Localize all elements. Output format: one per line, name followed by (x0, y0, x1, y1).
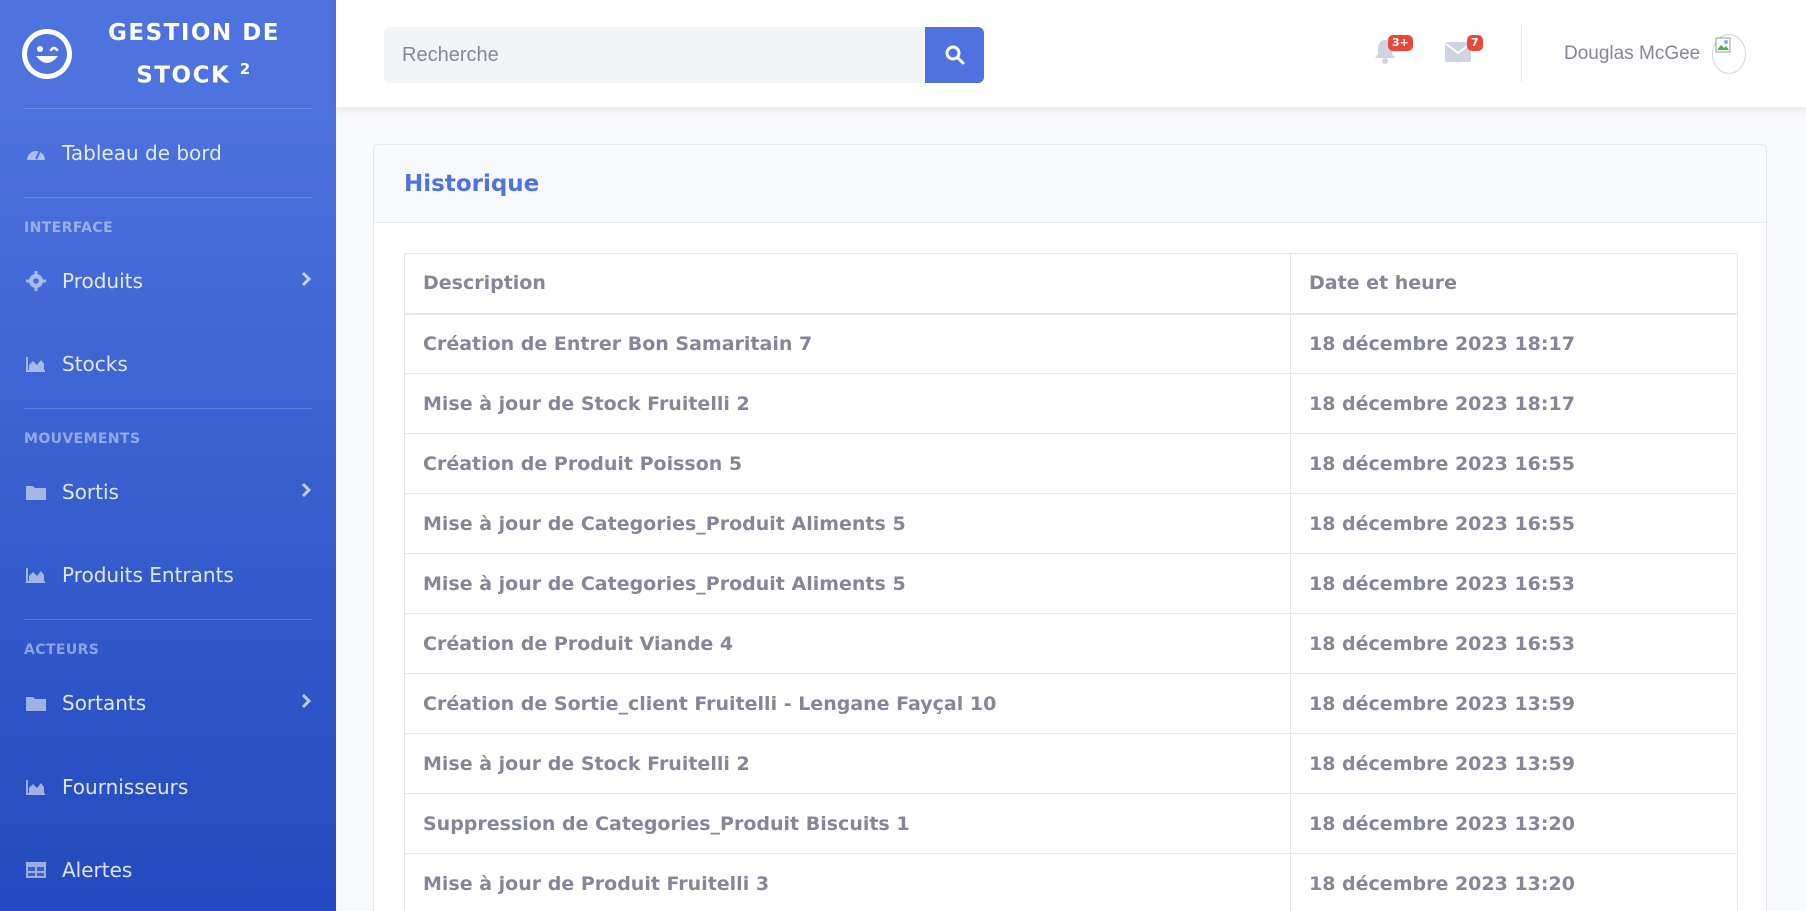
cell-date: 18 décembre 2023 13:20 (1290, 793, 1738, 854)
sidebar-item-label: Stocks (62, 352, 128, 376)
sidebar-item-produits-entrants[interactable]: Produits Entrants (0, 531, 336, 619)
sidebar-item-label: Produits (62, 269, 143, 293)
sidebar-brand[interactable]: GESTION DE STOCK 2 (0, 0, 336, 108)
table-row: Mise à jour de Stock Fruitelli 2 18 décem… (404, 733, 1738, 794)
cell-date: 18 décembre 2023 18:17 (1290, 373, 1738, 434)
cell-date: 18 décembre 2023 16:55 (1290, 433, 1738, 494)
area-chart-icon (24, 565, 48, 585)
table-header-row: Description Date et heure (404, 253, 1738, 315)
messages-badge: 7 (1467, 35, 1483, 51)
cell-date: 18 décembre 2023 13:20 (1290, 853, 1738, 911)
sidebar-item-label: Tableau de bord (62, 141, 222, 165)
sidebar-item-label: Produits Entrants (62, 563, 234, 587)
laugh-wink-icon (22, 29, 72, 79)
avatar (1712, 34, 1747, 74)
table-row: Création de Entrer Bon Samaritain 7 18 dé… (404, 313, 1738, 374)
table-row: Mise à jour de Produit Fruitelli 3 18 déc… (404, 853, 1738, 911)
table-row: Création de Produit Poisson 5 18 décembre… (404, 433, 1738, 494)
sidebar-item-label: Sortants (62, 691, 147, 715)
cell-description: Création de Produit Viande 4 (404, 613, 1291, 674)
sidebar-item-sortis[interactable]: Sortis (0, 453, 336, 531)
search-button[interactable] (925, 27, 984, 83)
topbar-divider (1521, 26, 1522, 82)
tachometer-icon (24, 143, 48, 163)
cell-date: 18 décembre 2023 13:59 (1290, 733, 1738, 794)
search-form (384, 27, 984, 83)
cell-description: Mise à jour de Produit Fruitelli 3 (404, 853, 1291, 911)
cell-description: Création de Produit Poisson 5 (404, 433, 1291, 494)
sidebar-heading-acteurs: ACTEURS (24, 642, 100, 658)
brand-superscript: 2 (239, 59, 252, 78)
sidebar-item-fournisseurs[interactable]: Fournisseurs (0, 742, 336, 832)
sidebar-heading-interface: INTERFACE (24, 220, 114, 236)
broken-image-icon (1715, 37, 1731, 53)
cell-date: 18 décembre 2023 13:59 (1290, 673, 1738, 734)
cell-date: 18 décembre 2023 16:53 (1290, 553, 1738, 614)
sidebar-item-sortants[interactable]: Sortants (0, 664, 336, 742)
brand-title-text: GESTION DE STOCK (107, 19, 280, 89)
user-dropdown[interactable]: Douglas McGee (1564, 34, 1747, 74)
cell-description: Suppression de Categories_Produit Biscui… (404, 793, 1291, 854)
area-chart-icon (24, 354, 48, 374)
sidebar: GESTION DE STOCK 2 Tableau de bord INTER… (0, 0, 336, 911)
chevron-right-icon (300, 482, 312, 503)
history-table-wrapper: Description Date et heure Création de En… (404, 253, 1738, 911)
search-icon (945, 45, 964, 65)
card-title: Historique (404, 170, 540, 197)
sidebar-item-produits[interactable]: Produits (0, 242, 336, 320)
alerts-dropdown[interactable]: 3+ (1374, 35, 1413, 68)
cell-date: 18 décembre 2023 16:55 (1290, 493, 1738, 554)
column-header-description[interactable]: Description (404, 253, 1291, 315)
table-row: Création de Sortie_client Fruitelli - Le… (404, 673, 1738, 734)
chevron-right-icon (300, 271, 312, 292)
cell-description: Mise à jour de Stock Fruitelli 2 (404, 733, 1291, 794)
brand-title: GESTION DE STOCK 2 (72, 15, 336, 94)
table-row: Création de Produit Viande 4 18 décembre … (404, 613, 1738, 674)
alerts-badge: 3+ (1388, 35, 1413, 51)
table-row: Mise à jour de Categories_Produit Alimen… (404, 553, 1738, 614)
history-table: Description Date et heure Création de En… (404, 253, 1738, 911)
history-card: Historique Description Date et heure Cré… (373, 144, 1767, 911)
table-row: Suppression de Categories_Produit Biscui… (404, 793, 1738, 854)
table-row: Mise à jour de Categories_Produit Alimen… (404, 493, 1738, 554)
messages-dropdown[interactable]: 7 (1445, 35, 1483, 68)
table-icon (24, 860, 48, 880)
sidebar-item-dashboard[interactable]: Tableau de bord (0, 109, 336, 197)
cell-date: 18 décembre 2023 16:53 (1290, 613, 1738, 674)
sidebar-item-label: Fournisseurs (62, 775, 189, 799)
search-input[interactable] (384, 27, 925, 83)
cell-description: Mise à jour de Categories_Produit Alimen… (404, 553, 1291, 614)
cell-description: Création de Entrer Bon Samaritain 7 (404, 313, 1291, 374)
sidebar-item-label: Alertes (62, 858, 133, 882)
area-chart-icon (24, 777, 48, 797)
user-name: Douglas McGee (1564, 43, 1701, 64)
chevron-right-icon (300, 693, 312, 714)
sidebar-item-stocks[interactable]: Stocks (0, 320, 336, 408)
folder-icon (24, 693, 48, 713)
cell-date: 18 décembre 2023 18:17 (1290, 313, 1738, 374)
sidebar-heading-mouvements: MOUVEMENTS (24, 431, 141, 447)
folder-icon (24, 482, 48, 502)
topbar: 3+ 7 Douglas McGee (336, 0, 1806, 107)
sidebar-item-label: Sortis (62, 480, 119, 504)
table-row: Mise à jour de Stock Fruitelli 2 18 décem… (404, 373, 1738, 434)
cell-description: Mise à jour de Categories_Produit Alimen… (404, 493, 1291, 554)
cell-description: Création de Sortie_client Fruitelli - Le… (404, 673, 1291, 734)
column-header-date[interactable]: Date et heure (1290, 253, 1738, 315)
gear-icon (24, 271, 48, 291)
card-header: Historique (374, 145, 1766, 223)
cell-description: Mise à jour de Stock Fruitelli 2 (404, 373, 1291, 434)
sidebar-item-alertes[interactable]: Alertes (0, 832, 336, 908)
